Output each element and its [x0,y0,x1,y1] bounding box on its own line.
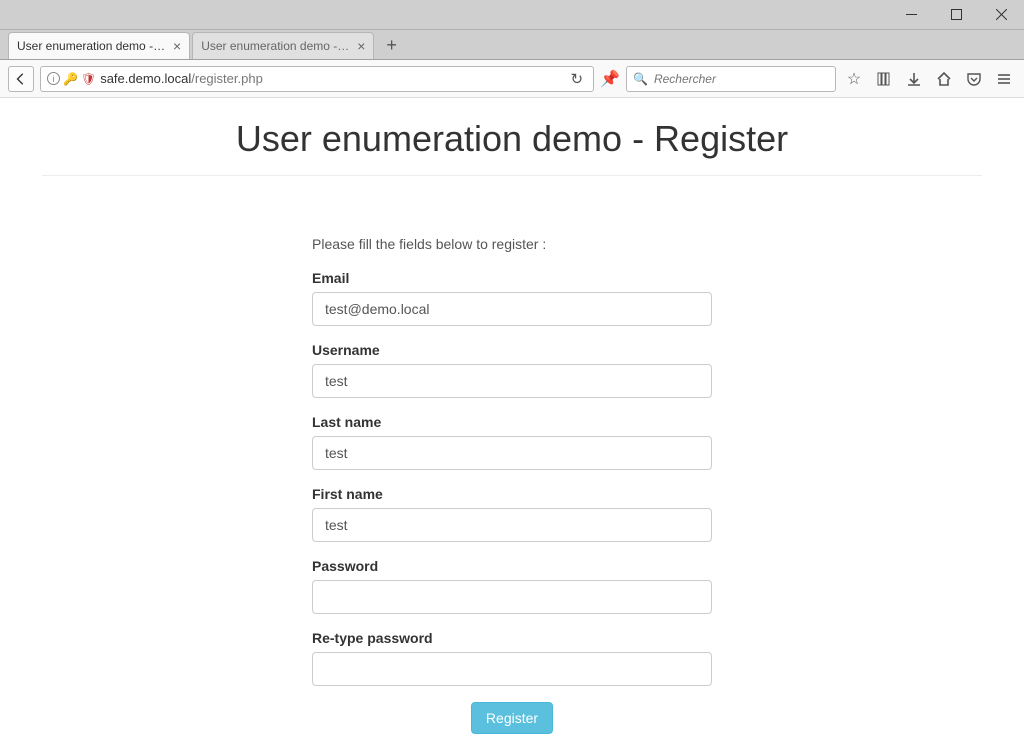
key-icon: 🔑 [63,72,78,86]
pin-icon[interactable]: 📌 [600,69,620,89]
page-viewport[interactable]: User enumeration demo - Register Please … [0,98,1024,749]
window-titlebar [0,0,1024,30]
url-bar[interactable]: i 🔑 🛡 safe.demo.local/register.php ↻ [40,66,594,92]
register-button[interactable]: Register [471,702,553,734]
home-icon[interactable] [932,67,956,91]
bookmark-star-icon[interactable]: ☆ [842,67,866,91]
browser-toolbar: i 🔑 🛡 safe.demo.local/register.php ↻ 📌 🔍… [0,60,1024,98]
tab-title: User enumeration demo - Regist [17,39,167,53]
new-tab-button[interactable]: + [376,32,407,59]
refresh-icon[interactable]: ↻ [571,70,584,88]
info-icon: i [47,72,60,85]
search-bar[interactable]: 🔍 [626,66,836,92]
register-form: Please fill the fields below to register… [312,236,712,749]
pocket-icon[interactable] [962,67,986,91]
browser-tab-active[interactable]: User enumeration demo - Regist × [8,32,190,59]
password2-label: Re-type password [312,630,712,646]
password-input[interactable] [312,580,712,614]
firstname-label: First name [312,486,712,502]
tab-bar: User enumeration demo - Regist × User en… [0,30,1024,60]
password-label: Password [312,558,712,574]
window-maximize-button[interactable] [934,0,979,30]
download-icon[interactable] [902,67,926,91]
password2-input[interactable] [312,652,712,686]
email-label: Email [312,270,712,286]
window-close-button[interactable] [979,0,1024,30]
browser-tab-inactive[interactable]: User enumeration demo - Regist × [192,32,374,59]
shield-slash-icon: 🛡 [81,72,96,86]
tab-close-icon[interactable]: × [173,39,181,53]
lastname-input[interactable] [312,436,712,470]
form-intro: Please fill the fields below to register… [312,236,712,252]
library-icon[interactable] [872,67,896,91]
search-icon: 🔍 [633,72,648,86]
email-input[interactable] [312,292,712,326]
menu-icon[interactable] [992,67,1016,91]
url-security-icons: i 🔑 🛡 [47,72,96,86]
url-text: safe.demo.local/register.php [100,71,263,86]
back-button[interactable] [8,66,34,92]
page-heading: User enumeration demo - Register [42,98,982,176]
window-minimize-button[interactable] [889,0,934,30]
username-label: Username [312,342,712,358]
tab-title: User enumeration demo - Regist [201,39,351,53]
search-input[interactable] [654,72,829,86]
firstname-input[interactable] [312,508,712,542]
lastname-label: Last name [312,414,712,430]
username-input[interactable] [312,364,712,398]
tab-close-icon[interactable]: × [357,39,365,53]
